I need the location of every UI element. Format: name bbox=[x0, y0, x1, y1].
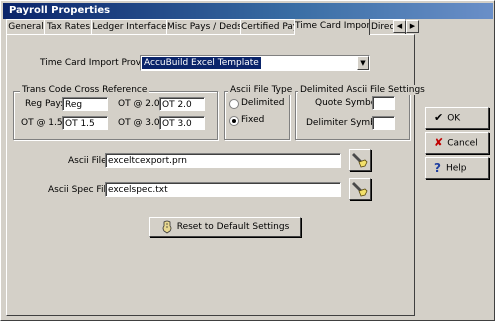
trans-code-group-title: Trans Code Cross Reference bbox=[20, 85, 150, 95]
tab-general[interactable]: General bbox=[6, 19, 46, 34]
provider-select[interactable]: AccuBuild Excel Template ▼ bbox=[140, 55, 370, 71]
window-title: Payroll Properties bbox=[3, 3, 493, 19]
browse-ascii-file-button[interactable] bbox=[349, 149, 371, 171]
tab-time-card-import[interactable]: Time Card Import bbox=[294, 19, 370, 35]
quote-symbol-field[interactable] bbox=[372, 96, 395, 110]
time-card-import-panel bbox=[6, 34, 415, 316]
delimited-label: Delimited bbox=[241, 98, 285, 108]
reset-icon bbox=[162, 220, 172, 233]
ot20-field[interactable]: OT 2.0 bbox=[159, 97, 205, 111]
ascii-file-field[interactable]: exceltcexport.prn bbox=[105, 153, 341, 168]
pencil-icon bbox=[352, 182, 368, 197]
fixed-label: Fixed bbox=[241, 115, 265, 125]
delimiter-symbol-field[interactable] bbox=[372, 116, 395, 130]
reg-pay-field[interactable]: Reg bbox=[62, 97, 108, 111]
ot30-field[interactable]: OT 3.0 bbox=[159, 116, 205, 130]
delimited-radio[interactable] bbox=[229, 99, 239, 109]
ok-button[interactable]: ✔ OK bbox=[425, 107, 489, 129]
ascii-file-label: Ascii File: bbox=[68, 156, 110, 166]
tab-tax-rates[interactable]: Tax Rates bbox=[44, 19, 93, 34]
ok-label: OK bbox=[447, 113, 461, 124]
help-icon: ? bbox=[434, 161, 441, 175]
payroll-properties-window: Payroll Properties General Tax Rates Led… bbox=[0, 0, 495, 321]
provider-selected-value: AccuBuild Excel Template bbox=[142, 57, 261, 69]
tab-scroll-right-icon[interactable]: ▶ bbox=[406, 20, 419, 33]
reg-pay-label: Reg Pay: bbox=[25, 99, 64, 109]
browse-ascii-spec-file-button[interactable] bbox=[349, 178, 371, 200]
file-type-group-title: Ascii File Type bbox=[228, 85, 295, 95]
pencil-icon bbox=[352, 153, 368, 168]
tab-misc-pays-deds[interactable]: Misc Pays / Deds bbox=[166, 19, 242, 34]
chevron-down-icon[interactable]: ▼ bbox=[357, 56, 369, 70]
tab-scroll-left-icon[interactable]: ◀ bbox=[393, 20, 406, 33]
cancel-button[interactable]: ✘ Cancel bbox=[425, 132, 489, 154]
reset-to-default-button[interactable]: Reset to Default Settings bbox=[149, 217, 301, 237]
checkmark-icon: ✔ bbox=[434, 111, 444, 124]
delimited-settings-group-title: Delimited Ascii File Settings bbox=[298, 85, 427, 95]
help-button[interactable]: ? Help bbox=[425, 157, 489, 179]
reset-to-default-label: Reset to Default Settings bbox=[176, 222, 290, 232]
help-label: Help bbox=[445, 163, 467, 174]
fixed-radio[interactable] bbox=[229, 116, 239, 126]
ot20-label: OT @ 2.0: bbox=[118, 99, 163, 109]
ot15-field[interactable]: OT 1.5 bbox=[62, 116, 108, 130]
close-icon: ✘ bbox=[434, 136, 444, 149]
ot30-label: OT @ 3.0: bbox=[118, 118, 163, 128]
cancel-label: Cancel bbox=[447, 138, 478, 149]
tab-ledger-interface[interactable]: Ledger Interface bbox=[91, 19, 168, 34]
ot15-label: OT @ 1.5: bbox=[21, 118, 66, 128]
ascii-spec-file-field[interactable]: excelspec.txt bbox=[105, 182, 341, 197]
